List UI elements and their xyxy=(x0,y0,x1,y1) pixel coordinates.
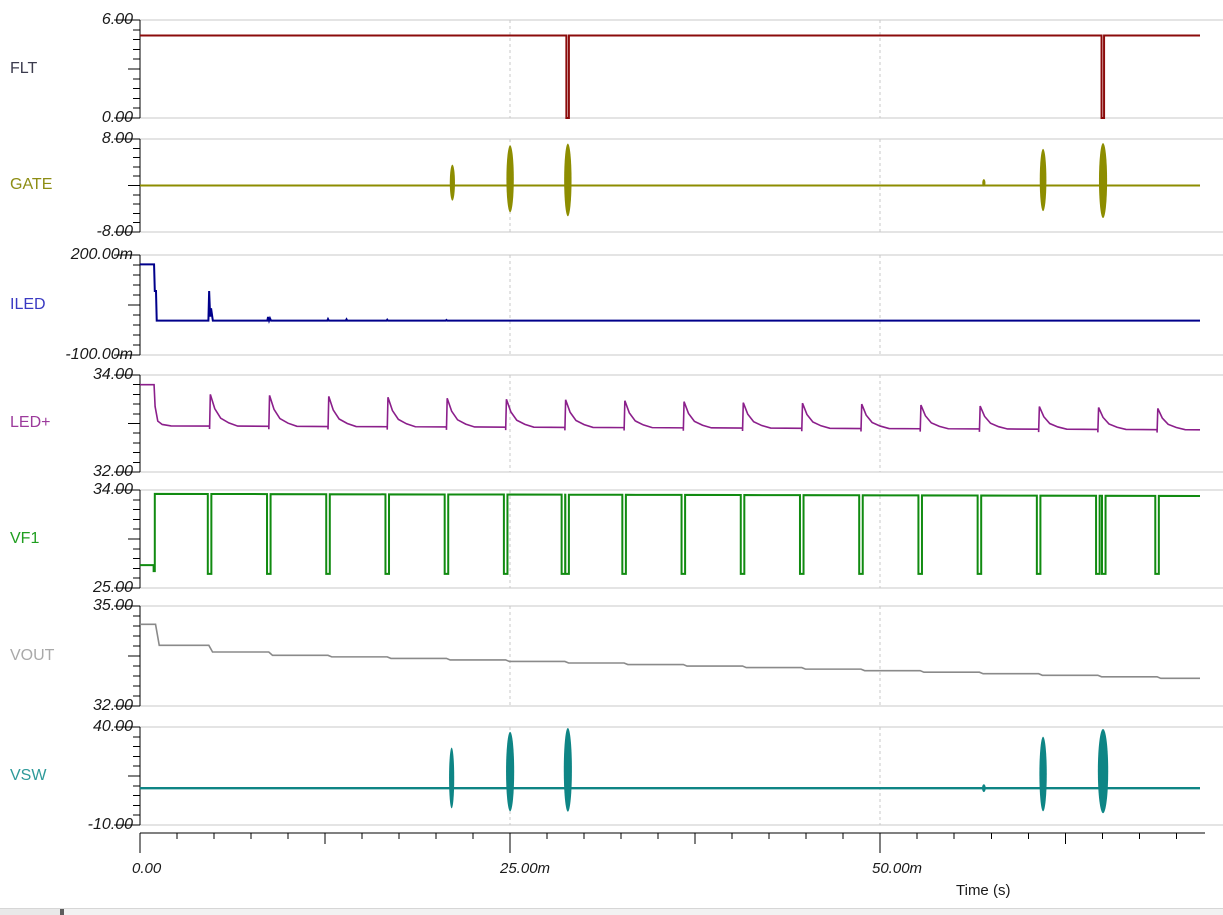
time-axis xyxy=(139,832,1205,853)
x-tick-label-25m: 25.00m xyxy=(500,860,551,877)
plot-canvas-led-plus[interactable] xyxy=(0,374,1223,473)
plot-canvas-vf1[interactable] xyxy=(0,489,1223,589)
plot-canvas-flt[interactable] xyxy=(0,19,1223,119)
plot-canvas-vsw[interactable] xyxy=(0,726,1223,826)
waveform-viewer: FLT GATE ILED LED+ VF1 VOUT VSW 6.00 0.0… xyxy=(0,0,1223,915)
plot-canvas-gate[interactable] xyxy=(0,138,1223,233)
x-axis-title: Time (s) xyxy=(956,882,1011,899)
scrollbar-left-spacer xyxy=(0,909,60,915)
x-tick-label-0: 0.00 xyxy=(132,860,162,877)
x-tick-label-50m: 50.00m xyxy=(872,860,923,877)
plot-canvas-iled[interactable] xyxy=(0,254,1223,356)
scrollbar-track[interactable] xyxy=(64,909,1223,915)
plot-canvas-vout[interactable] xyxy=(0,605,1223,707)
horizontal-scrollbar xyxy=(0,908,1223,915)
